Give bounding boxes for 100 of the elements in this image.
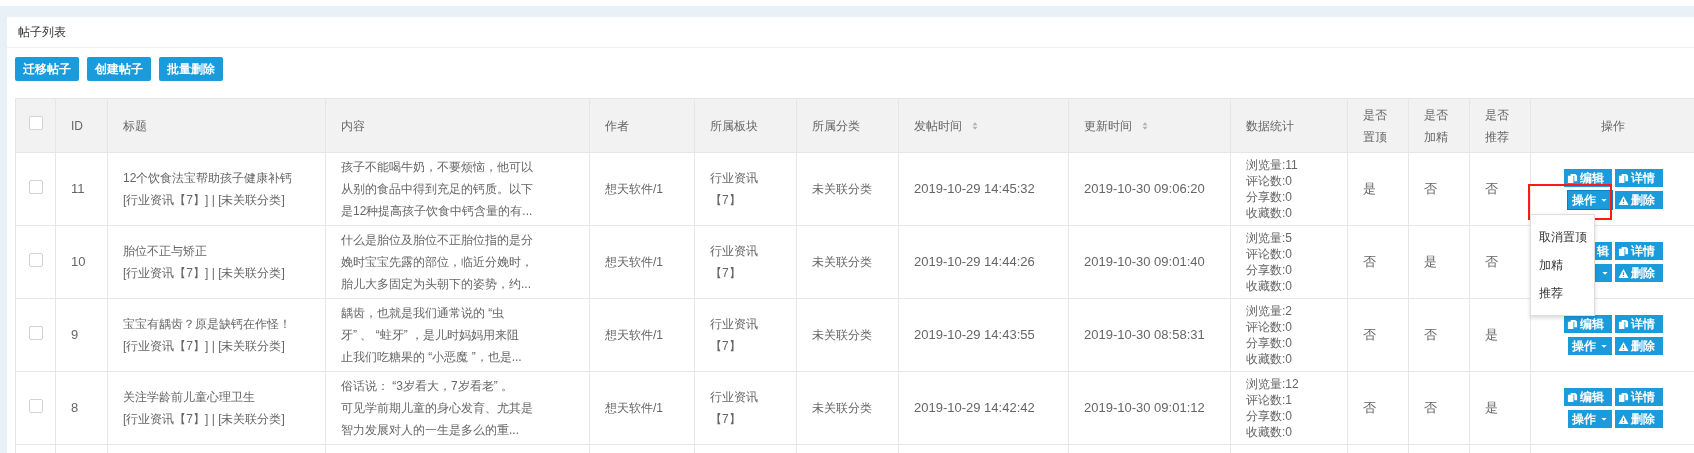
column-header: 所属板块	[710, 117, 758, 135]
column-header: 所属分类	[812, 117, 860, 135]
column-header: 是否置顶	[1363, 106, 1388, 146]
stat-label: 收藏数:0	[1246, 351, 1292, 367]
document-icon	[1618, 391, 1629, 403]
table-cell: 否	[1363, 327, 1376, 343]
menu-item[interactable]: 加精	[1531, 251, 1594, 279]
table-cell: 9	[71, 327, 79, 343]
stat-label: 分享数:0	[1246, 262, 1292, 278]
detail-button[interactable]: 详情	[1615, 242, 1663, 260]
post-content: 龋齿，也就是我们通常说的 “虫 牙” 、 “蛀牙” ，是儿时妈妈用来阻 止我们吃糖果的 “小恶魔 ”，也是...	[341, 305, 522, 366]
table-cell: 2019-10-30 09:01:40	[1084, 254, 1205, 270]
document-icon	[1618, 172, 1629, 184]
menu-item[interactable]: 推荐	[1531, 279, 1594, 307]
checkbox[interactable]	[28, 252, 43, 267]
table-cell: 否	[1424, 181, 1437, 197]
warning-icon	[1618, 340, 1629, 352]
stat-label: 浏览量:2	[1246, 303, 1292, 319]
stat-label: 分享数:0	[1246, 408, 1292, 424]
table-cell: 2019-10-29 14:42:42	[914, 400, 1035, 416]
table-cell: 10	[71, 254, 86, 270]
caret-icon	[1601, 269, 1609, 277]
stat-label: 评论数:0	[1246, 319, 1292, 335]
detail-button[interactable]: 详情	[1615, 169, 1663, 187]
stat-label: 分享数:0	[1246, 189, 1292, 205]
table-cell: 2019-10-30 09:01:12	[1084, 400, 1205, 416]
post-title[interactable]: 宝宝有龋齿？原是缺钙在作怪！	[123, 313, 310, 335]
table-cell: 2019-10-30 08:58:31	[1084, 327, 1205, 343]
menu-item[interactable]: 取消置顶	[1531, 223, 1594, 251]
stat-label: 浏览量:5	[1246, 230, 1292, 246]
table-cell: 想天软件/1	[605, 182, 663, 196]
table-cell-text: 行业资讯【7】	[710, 170, 759, 209]
table-cell: 否	[1424, 400, 1437, 416]
column-header: 是否加精	[1424, 106, 1449, 146]
dropdown-button[interactable]: 操作	[1568, 191, 1612, 209]
table-cell: 2019-10-30 09:06:20	[1084, 181, 1205, 197]
dropdown-button[interactable]: 操作	[1568, 337, 1612, 355]
table-cell: 否	[1363, 254, 1376, 270]
document-icon	[1618, 318, 1629, 330]
delete-button[interactable]: 删除	[1615, 264, 1663, 282]
detail-button[interactable]: 详情	[1615, 315, 1663, 333]
checkbox[interactable]	[28, 325, 43, 340]
stat-label: 评论数:1	[1246, 392, 1292, 408]
delete-button[interactable]: 删除	[1615, 191, 1663, 209]
table-cell: 是	[1424, 254, 1437, 270]
table-cell: 想天软件/1	[605, 401, 663, 415]
checkbox[interactable]	[28, 179, 43, 194]
checkbox[interactable]	[28, 116, 43, 130]
caret-icon	[1600, 342, 1608, 350]
table-cell-text: 行业资讯【7】	[710, 389, 759, 428]
detail-button[interactable]: 详情	[1615, 388, 1663, 406]
sort-icon[interactable]	[1140, 120, 1150, 131]
column-header[interactable]: 发帖时间	[914, 114, 962, 137]
caret-icon	[1600, 415, 1608, 423]
column-header: 标题	[123, 117, 147, 135]
table-cell: 2019-10-29 14:43:55	[914, 327, 1035, 343]
warning-icon	[1618, 413, 1629, 425]
post-meta: [行业资讯【7】] | [未关联分类]	[123, 265, 286, 282]
table-cell: 未关联分类	[812, 401, 872, 415]
stat-label: 收藏数:0	[1246, 278, 1292, 294]
post-meta: [行业资讯【7】] | [未关联分类]	[123, 192, 286, 209]
document-icon	[1567, 318, 1578, 330]
stat-label: 浏览量:12	[1246, 376, 1299, 392]
post-content: 什么是胎位及胎位不正胎位指的是分 娩时宝宝先露的部位，临近分娩时， 胎儿大多固定为头朝下的姿势，约...	[341, 232, 533, 293]
column-header: 操作	[1600, 117, 1625, 135]
table-cell: 2019-10-29 14:45:32	[914, 181, 1035, 197]
post-title[interactable]: 关注学龄前儿童心理卫生	[123, 386, 310, 408]
post-content: 孩子不能喝牛奶，不要烦恼，他可以 从别的食品中得到充足的钙质。以下 是12种提高孩子饮食中钙含量的有...	[341, 159, 533, 220]
column-header: 内容	[341, 117, 365, 135]
delete-button[interactable]: 删除	[1615, 410, 1663, 428]
table-cell: 想天软件/1	[605, 255, 663, 269]
toolbar-button[interactable]: 创建帖子	[87, 57, 151, 81]
table-cell-text: 行业资讯【7】	[710, 316, 759, 355]
delete-button[interactable]: 删除	[1615, 337, 1663, 355]
post-meta: [行业资讯【7】] | [未关联分类]	[123, 338, 286, 355]
table-cell: 想天软件/1	[605, 328, 663, 342]
document-icon	[1567, 172, 1578, 184]
edit-button[interactable]: 编辑	[1564, 315, 1612, 333]
table-cell: 11	[71, 181, 85, 197]
stat-label: 浏览量:11	[1246, 157, 1298, 173]
table-cell: 未关联分类	[812, 328, 872, 342]
stat-label: 评论数:0	[1246, 173, 1292, 189]
toolbar-button[interactable]: 迁移帖子	[15, 57, 79, 81]
dropdown-button[interactable]: 操作	[1568, 410, 1612, 428]
stat-label: 分享数:0	[1246, 335, 1292, 351]
document-icon	[1567, 391, 1578, 403]
table-cell: 8	[71, 400, 79, 416]
table-cell: 是	[1363, 181, 1376, 197]
post-title[interactable]: 胎位不正与矫正	[123, 240, 310, 262]
table-cell: 是	[1485, 400, 1498, 416]
post-meta: [行业资讯【7】] | [未关联分类]	[123, 411, 286, 428]
checkbox[interactable]	[28, 398, 43, 413]
post-content: 俗话说： “3岁看大，7岁看老” 。 可见学前期儿童的身心发育、尤其是 智力发展对人的一生是多么的重...	[341, 378, 533, 439]
table-cell: 未关联分类	[812, 182, 872, 196]
toolbar-button[interactable]: 批量删除	[159, 57, 223, 81]
post-title[interactable]: 12个饮食法宝帮助孩子健康补钙	[123, 167, 310, 189]
edit-button[interactable]: 编辑	[1564, 388, 1612, 406]
sort-icon[interactable]	[970, 120, 980, 131]
table-cell: 是	[1485, 327, 1498, 343]
column-header[interactable]: 更新时间	[1084, 114, 1132, 137]
